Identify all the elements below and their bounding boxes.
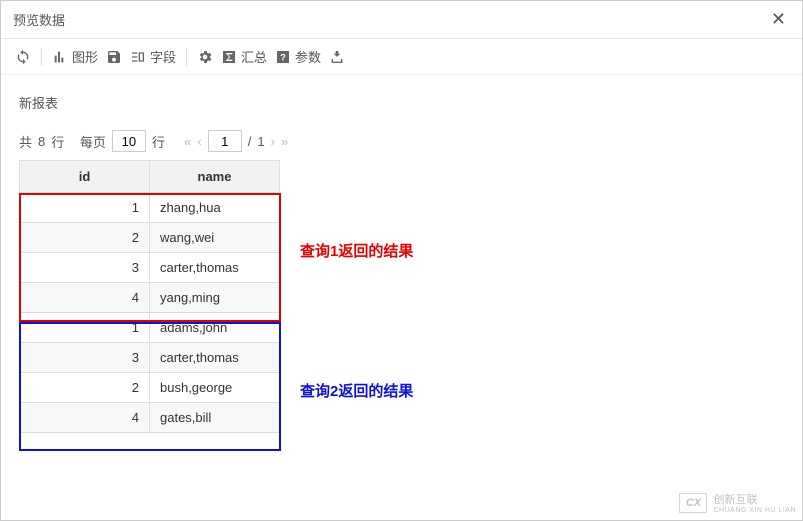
pager: 共 8 行 每页 行 « ‹ / 1 › » <box>19 130 784 152</box>
table-row[interactable]: 4gates,bill <box>20 403 280 433</box>
sigma-icon <box>221 49 237 65</box>
col-id[interactable]: id <box>20 161 150 193</box>
params-button[interactable]: ? 参数 <box>275 47 321 66</box>
table-row[interactable]: 3carter,thomas <box>20 253 280 283</box>
params-label: 参数 <box>295 47 321 66</box>
cell-name: wang,wei <box>150 223 280 253</box>
export-icon <box>329 49 345 65</box>
table-row[interactable]: 3carter,thomas <box>20 343 280 373</box>
close-icon[interactable]: ✕ <box>767 9 790 30</box>
watermark-logo: CX <box>679 493 707 513</box>
cell-id: 2 <box>20 223 150 253</box>
total-prefix: 共 <box>19 132 32 151</box>
cell-name: bush,george <box>150 373 280 403</box>
separator <box>41 48 42 66</box>
cell-name: zhang,hua <box>150 193 280 223</box>
page-input[interactable] <box>208 130 242 152</box>
cell-name: carter,thomas <box>150 343 280 373</box>
save-icon <box>106 49 122 65</box>
data-table: id name 1zhang,hua 2wang,wei 3carter,tho… <box>19 160 280 433</box>
content-area: 新报表 共 8 行 每页 行 « ‹ / 1 › » id <box>1 75 802 443</box>
settings-button[interactable] <box>197 49 213 65</box>
cell-id: 2 <box>20 373 150 403</box>
report-title: 新报表 <box>19 93 784 112</box>
header-row: id name <box>20 161 280 193</box>
perpage-prefix: 每页 <box>80 132 106 151</box>
page-sep: / <box>248 134 252 149</box>
separator <box>186 48 187 66</box>
svg-text:?: ? <box>280 52 286 62</box>
col-name[interactable]: name <box>150 161 280 193</box>
pager-last-icon[interactable]: » <box>281 134 288 149</box>
table-wrap: id name 1zhang,hua 2wang,wei 3carter,tho… <box>19 160 280 433</box>
cell-id: 4 <box>20 403 150 433</box>
annotations: 查询1返回的结果 查询2返回的结果 <box>300 160 413 420</box>
cell-id: 1 <box>20 313 150 343</box>
toolbar: 图形 字段 汇总 ? 参数 <box>1 39 802 75</box>
perpage-suffix: 行 <box>152 132 165 151</box>
pager-first-icon[interactable]: « <box>184 134 191 149</box>
table-row[interactable]: 1adams,john <box>20 313 280 343</box>
perpage-input[interactable] <box>112 130 146 152</box>
pager-next-icon[interactable]: › <box>271 134 275 149</box>
page-total: 1 <box>257 134 264 149</box>
main-row: id name 1zhang,hua 2wang,wei 3carter,tho… <box>19 160 784 433</box>
total-suffix: 行 <box>51 132 64 151</box>
refresh-icon <box>15 49 31 65</box>
watermark-brand: 创新互联 <box>713 491 796 507</box>
watermark-sub: CHUANG XIN HU LIAN <box>713 507 796 514</box>
save-button[interactable] <box>106 49 122 65</box>
table-row[interactable]: 1zhang,hua <box>20 193 280 223</box>
cell-id: 4 <box>20 283 150 313</box>
chart-label: 图形 <box>72 47 98 66</box>
cell-name: yang,ming <box>150 283 280 313</box>
cell-name: adams,john <box>150 313 280 343</box>
table-row[interactable]: 2wang,wei <box>20 223 280 253</box>
cell-id: 3 <box>20 343 150 373</box>
fields-icon <box>130 49 146 65</box>
chart-icon <box>52 49 68 65</box>
table-row[interactable]: 4yang,ming <box>20 283 280 313</box>
gear-icon <box>197 49 213 65</box>
cell-name: carter,thomas <box>150 253 280 283</box>
chart-button[interactable]: 图形 <box>52 47 98 66</box>
refresh-button[interactable] <box>15 49 31 65</box>
pager-prev-icon[interactable]: ‹ <box>197 134 201 149</box>
total-rows: 8 <box>38 134 45 149</box>
watermark: CX 创新互联 CHUANG XIN HU LIAN <box>679 491 796 514</box>
export-button[interactable] <box>329 49 345 65</box>
preview-window: 预览数据 ✕ 图形 字段 汇总 ? 参数 <box>0 0 803 521</box>
summary-label: 汇总 <box>241 47 267 66</box>
summary-button[interactable]: 汇总 <box>221 47 267 66</box>
titlebar: 预览数据 ✕ <box>1 1 802 39</box>
window-title: 预览数据 <box>13 10 65 29</box>
cell-id: 3 <box>20 253 150 283</box>
cell-name: gates,bill <box>150 403 280 433</box>
cell-id: 1 <box>20 193 150 223</box>
fields-button[interactable]: 字段 <box>130 47 176 66</box>
annotation-query1: 查询1返回的结果 <box>300 240 413 261</box>
fields-label: 字段 <box>150 47 176 66</box>
annotation-query2: 查询2返回的结果 <box>300 380 413 401</box>
question-icon: ? <box>275 49 291 65</box>
table-row[interactable]: 2bush,george <box>20 373 280 403</box>
